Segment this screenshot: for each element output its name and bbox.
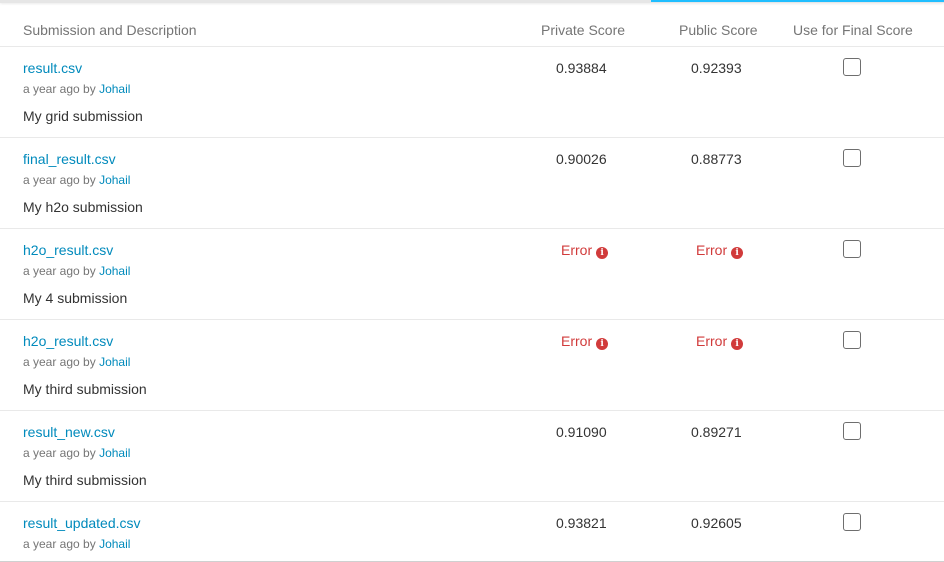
- column-header-private-score: Private Score: [541, 22, 626, 38]
- submissions-list: result.csv a year ago by Johail My grid …: [0, 47, 944, 562]
- submitter-link[interactable]: Johail: [99, 355, 130, 369]
- error-text: Error: [696, 333, 728, 349]
- column-header-public-score: Public Score: [679, 22, 758, 38]
- public-score: 0.89271: [691, 424, 742, 440]
- private-score: 0.91090: [556, 424, 607, 440]
- submission-description: My 4 submission: [23, 290, 128, 306]
- public-score: 0.92605: [691, 515, 742, 531]
- use-for-final-checkbox[interactable]: [843, 513, 861, 531]
- submitter-link[interactable]: Johail: [99, 173, 130, 187]
- submission-meta: a year ago by Johail: [23, 537, 130, 551]
- error-text: Error: [696, 242, 728, 258]
- submission-time: a year ago by: [23, 264, 96, 278]
- submitter-link[interactable]: Johail: [99, 446, 130, 460]
- submission-description: My third submission: [23, 381, 147, 397]
- submission-time: a year ago by: [23, 537, 96, 551]
- info-circle-icon[interactable]: i: [731, 247, 744, 259]
- submission-description: My third submission: [23, 472, 147, 488]
- submission-meta: a year ago by Johail: [23, 264, 130, 278]
- submission-file-link[interactable]: result_new.csv: [23, 424, 115, 440]
- table-row: h2o_result.csv a year ago by Johail My 4…: [0, 229, 944, 320]
- submission-meta: a year ago by Johail: [23, 173, 130, 187]
- table-row: h2o_result.csv a year ago by Johail My t…: [0, 320, 944, 411]
- public-score: 0.88773: [691, 151, 742, 167]
- private-score: 0.90026: [556, 151, 607, 167]
- table-row: result.csv a year ago by Johail My grid …: [0, 47, 944, 138]
- column-header-use-for-final: Use for Final Score: [793, 22, 913, 38]
- submission-time: a year ago by: [23, 82, 96, 96]
- table-row: result_new.csv a year ago by Johail My t…: [0, 411, 944, 502]
- error-text: Error: [561, 242, 593, 258]
- table-row: final_result.csv a year ago by Johail My…: [0, 138, 944, 229]
- public-score-error: Error i: [696, 242, 744, 259]
- table-header: Submission and Description Private Score…: [0, 2, 944, 47]
- private-score: 0.93821: [556, 515, 607, 531]
- submission-meta: a year ago by Johail: [23, 355, 130, 369]
- use-for-final-checkbox[interactable]: [843, 240, 861, 258]
- submission-file-link[interactable]: result_updated.csv: [23, 515, 141, 531]
- private-score-error: Error i: [561, 333, 609, 350]
- column-header-submission: Submission and Description: [23, 22, 197, 38]
- submission-time: a year ago by: [23, 355, 96, 369]
- private-score-error: Error i: [561, 242, 609, 259]
- submission-meta: a year ago by Johail: [23, 82, 130, 96]
- error-text: Error: [561, 333, 593, 349]
- use-for-final-checkbox[interactable]: [843, 331, 861, 349]
- public-score-error: Error i: [696, 333, 744, 350]
- info-circle-icon[interactable]: i: [596, 338, 609, 350]
- public-score: 0.92393: [691, 60, 742, 76]
- private-score: 0.93884: [556, 60, 607, 76]
- use-for-final-checkbox[interactable]: [843, 58, 861, 76]
- submission-time: a year ago by: [23, 173, 96, 187]
- submission-file-link[interactable]: final_result.csv: [23, 151, 116, 167]
- submission-meta: a year ago by Johail: [23, 446, 130, 460]
- table-row: result_updated.csv a year ago by Johail …: [0, 502, 944, 562]
- info-circle-icon[interactable]: i: [596, 247, 609, 259]
- submission-file-link[interactable]: result.csv: [23, 60, 82, 76]
- submission-time: a year ago by: [23, 446, 96, 460]
- submission-description: My grid submission: [23, 108, 143, 124]
- submission-file-link[interactable]: h2o_result.csv: [23, 242, 113, 258]
- info-circle-icon[interactable]: i: [731, 338, 744, 350]
- use-for-final-checkbox[interactable]: [843, 149, 861, 167]
- submitter-link[interactable]: Johail: [99, 264, 130, 278]
- use-for-final-checkbox[interactable]: [843, 422, 861, 440]
- submitter-link[interactable]: Johail: [99, 537, 130, 551]
- submitter-link[interactable]: Johail: [99, 82, 130, 96]
- submission-file-link[interactable]: h2o_result.csv: [23, 333, 113, 349]
- submission-description: My h2o submission: [23, 199, 143, 215]
